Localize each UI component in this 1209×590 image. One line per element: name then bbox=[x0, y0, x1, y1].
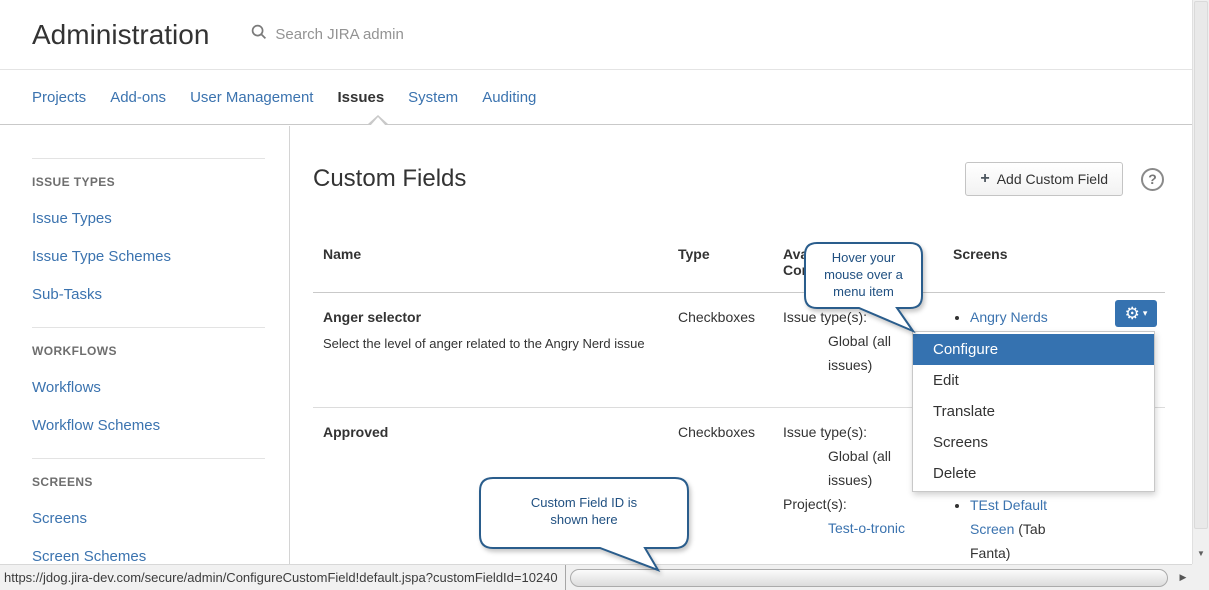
table-header-row: Name Type Available Context(s) Screens bbox=[313, 238, 1165, 293]
add-custom-field-button[interactable]: + Add Custom Field bbox=[965, 162, 1123, 196]
vertical-scrollbar-thumb[interactable] bbox=[1194, 1, 1208, 529]
sidebar-heading-workflows: WORKFLOWS bbox=[32, 344, 265, 358]
sidebar-item-issue-types[interactable]: Issue Types bbox=[32, 210, 265, 227]
jira-admin-page: Administration Projects Add-ons User Man… bbox=[0, 0, 1209, 590]
field-name-cell: Anger selector Select the level of anger… bbox=[313, 293, 668, 407]
menu-item-screens[interactable]: Screens bbox=[913, 427, 1154, 458]
vertical-scrollbar[interactable]: ▼ bbox=[1192, 0, 1209, 564]
search-icon bbox=[251, 24, 267, 45]
menu-item-translate[interactable]: Translate bbox=[913, 396, 1154, 427]
field-name: Approved bbox=[323, 420, 658, 444]
page-title: Administration bbox=[32, 19, 209, 51]
column-header-screens: Screens bbox=[943, 238, 1165, 292]
screen-list-item: Angry Nerds bbox=[970, 305, 1067, 329]
tab-projects[interactable]: Projects bbox=[32, 89, 86, 106]
scrollbar-corner bbox=[1192, 564, 1209, 590]
column-header-name: Name bbox=[313, 238, 668, 292]
menu-item-delete[interactable]: Delete bbox=[913, 458, 1154, 489]
sidebar-item-screens[interactable]: Screens bbox=[32, 510, 265, 527]
admin-search bbox=[251, 24, 575, 45]
sidebar-item-sub-tasks[interactable]: Sub-Tasks bbox=[32, 286, 265, 303]
tab-addons[interactable]: Add-ons bbox=[110, 89, 166, 106]
context-project-label: Project(s): bbox=[783, 492, 933, 516]
scroll-down-icon[interactable]: ▼ bbox=[1193, 549, 1209, 558]
plus-icon: + bbox=[980, 170, 989, 188]
callout-text-field-id: Custom Field ID is shown here bbox=[480, 494, 688, 528]
tab-auditing[interactable]: Auditing bbox=[482, 89, 536, 106]
scroll-right-icon[interactable]: ▶ bbox=[1174, 572, 1192, 583]
sidebar-item-screen-schemes[interactable]: Screen Schemes bbox=[32, 548, 265, 565]
section-title: Custom Fields bbox=[313, 165, 965, 193]
issues-sidebar: ISSUE TYPES Issue Types Issue Type Schem… bbox=[0, 126, 290, 590]
chevron-down-icon: ▾ bbox=[1143, 309, 1148, 318]
column-header-type: Type bbox=[668, 238, 773, 292]
field-description: Select the level of anger related to the… bbox=[323, 333, 658, 354]
field-type-cell: Checkboxes bbox=[668, 293, 773, 407]
sidebar-item-workflow-schemes[interactable]: Workflow Schemes bbox=[32, 417, 265, 434]
project-link-test-o-tronic[interactable]: Test-o-tronic bbox=[828, 520, 905, 536]
gear-dropdown-menu: Configure Edit Translate Screens Delete bbox=[912, 331, 1155, 492]
tab-issues[interactable]: Issues bbox=[337, 89, 384, 106]
tab-user-management[interactable]: User Management bbox=[190, 89, 313, 106]
menu-item-edit[interactable]: Edit bbox=[913, 365, 1154, 396]
gear-menu-button[interactable]: ⚙ ▾ bbox=[1115, 300, 1157, 327]
screen-list-item: TEst Default Screen (Tab Fanta) bbox=[970, 493, 1067, 565]
admin-header: Administration bbox=[0, 0, 1209, 70]
help-icon[interactable]: ? bbox=[1141, 168, 1164, 191]
menu-item-configure[interactable]: Configure bbox=[913, 334, 1154, 365]
sidebar-section-workflows: WORKFLOWS Workflows Workflow Schemes bbox=[32, 327, 265, 434]
sidebar-section-issue-types: ISSUE TYPES Issue Types Issue Type Schem… bbox=[32, 158, 265, 303]
admin-nav: Projects Add-ons User Management Issues … bbox=[0, 70, 1209, 125]
gear-icon: ⚙ bbox=[1125, 305, 1140, 322]
field-name: Anger selector bbox=[323, 305, 658, 329]
context-issue-type-label: Issue type(s): bbox=[783, 420, 933, 444]
sidebar-heading-issue-types: ISSUE TYPES bbox=[32, 175, 265, 189]
callout-text-menu: Hover your mouse over a menu item bbox=[805, 249, 922, 300]
sidebar-heading-screens: SCREENS bbox=[32, 475, 265, 489]
screen-link-angry-nerds[interactable]: Angry Nerds bbox=[970, 309, 1048, 325]
search-input[interactable] bbox=[275, 26, 575, 43]
tab-system[interactable]: System bbox=[408, 89, 458, 106]
sidebar-item-workflows[interactable]: Workflows bbox=[32, 379, 265, 396]
sidebar-item-issue-type-schemes[interactable]: Issue Type Schemes bbox=[32, 248, 265, 265]
